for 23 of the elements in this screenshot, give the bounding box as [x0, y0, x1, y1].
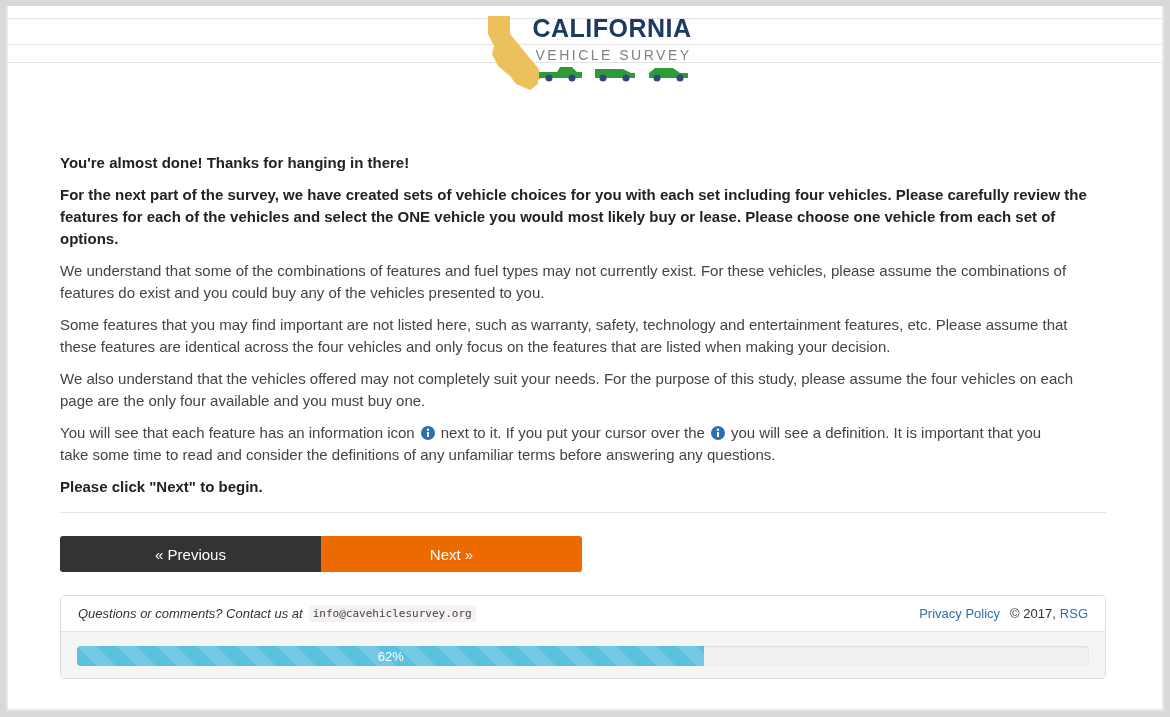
previous-button[interactable]: « Previous: [60, 536, 321, 572]
company-link[interactable]: RSG: [1059, 606, 1088, 621]
instruction-text: You're almost done! Thanks for hanging in there!: [60, 153, 411, 173]
progress-label: 62%: [377, 648, 404, 664]
privacy-policy-link[interactable]: Privacy Policy: [919, 606, 1001, 621]
paragraph-text: Some features that you may find important are not listed here, such as warranty, safety, technology and entertainment features, etc. Please assume that these features are identical across the four vehicles and only focus on the features that are listed when making your decision.: [60, 315, 1069, 357]
car-icon: [537, 66, 584, 82]
next-button[interactable]: Next »: [321, 536, 582, 572]
copyright-text: © 2017,: [1010, 606, 1056, 621]
paragraph-text: We also understand that the vehicles offered may not completely suit your needs. For the purpose of this study, please assume the four vehicles on each page are the only four available and you must buy one.: [60, 369, 1075, 411]
paragraph-text: take some time to read and consider the definitions of any unfamiliar terms before answering any questions.: [60, 445, 776, 465]
instruction-text: For the next part of the survey, we have created sets of vehicle choices for you with each set including four vehicles. Please carefully review the features for each of the vehicles and select the ONE vehicle you would most likely buy or lease. Please choose one vehicle from each set of options.: [60, 185, 1088, 249]
logo-subtitle: VEHICLE SURVEY: [535, 46, 692, 64]
info-icon[interactable]: [710, 426, 725, 440]
paragraph-text: We understand that some of the combinations of features and fuel types may not currently exist. For these vehicles, please assume the combinations of features do exist and you could buy any of the vehicles presented to you.: [60, 261, 1068, 303]
paragraph-text: You will see that each feature has an information icon: [60, 423, 415, 443]
instruction-text: Please click "Next" to begin.: [60, 477, 264, 497]
paragraph-text: next to it. If you put your cursor over the: [440, 423, 705, 443]
email-address: info@cavehiclesurvey.org: [308, 605, 476, 622]
contact-text: Questions or comments? Contact us at: [78, 606, 303, 621]
logo-title: CALIFORNIA: [532, 14, 692, 42]
info-icon[interactable]: [420, 426, 435, 440]
paragraph-text: you will see a definition. It is important that you: [730, 423, 1042, 443]
